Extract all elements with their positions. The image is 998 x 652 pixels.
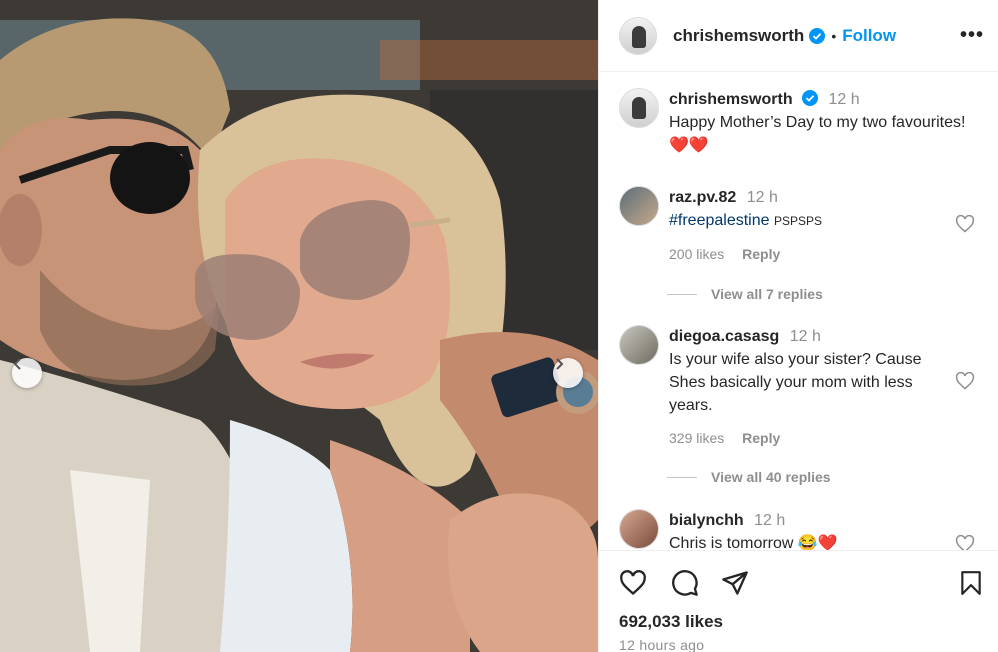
comment-text: Is your wife also your sister? Cause She…	[669, 351, 922, 414]
caption-username[interactable]: chrishemsworth	[669, 91, 793, 108]
comment-text: Chris is tomorrow	[669, 535, 794, 550]
verified-badge-icon	[809, 27, 826, 44]
commenter-username[interactable]: diegoa.casasg	[669, 328, 779, 345]
header-separator: •	[831, 27, 837, 44]
caption-text: Happy Mother’s Day to my two favourites!	[669, 114, 966, 131]
view-replies-button[interactable]: View all 7 replies	[667, 286, 823, 302]
post-timestamp[interactable]: 12 hours ago	[619, 637, 704, 652]
post-actions-bar: 692,033 likes 12 hours ago	[599, 550, 998, 652]
commenter-username[interactable]: raz.pv.82	[669, 189, 736, 206]
author-avatar[interactable]	[619, 16, 657, 55]
like-comment-heart-icon[interactable]	[955, 534, 975, 550]
comment-item: bialynchh 12 h Chris is tomorrow 😂❤️	[619, 509, 978, 550]
comment-likes[interactable]: 329 likes	[669, 430, 724, 446]
commenter-avatar[interactable]	[619, 325, 659, 365]
comment-time: 12 h	[746, 189, 778, 206]
commenter-username[interactable]: bialynchh	[669, 512, 744, 529]
comment-likes[interactable]: 200 likes	[669, 246, 724, 262]
reply-button[interactable]: Reply	[742, 430, 780, 446]
caption-avatar[interactable]	[619, 88, 659, 128]
like-heart-icon[interactable]	[619, 569, 647, 597]
like-comment-heart-icon[interactable]	[955, 371, 975, 391]
commenter-avatar[interactable]	[619, 509, 659, 549]
comment-text: PSPSPS	[773, 214, 822, 228]
comment-item: diegoa.casasg 12 h Is your wife also you…	[619, 325, 978, 450]
post-header: chrishemsworth • Follow •••	[599, 0, 998, 72]
photo-illustration	[0, 0, 598, 652]
view-replies-label: View all 7 replies	[711, 286, 823, 302]
comment-time: 12 h	[789, 328, 821, 345]
comment-time: 12 h	[754, 512, 786, 529]
caption-emoji: ❤️❤️	[669, 137, 709, 154]
verified-badge-icon	[802, 90, 819, 106]
comments-list[interactable]: chrishemsworth 12 h Happy Mother’s Day t…	[599, 73, 998, 550]
comment-bubble-icon[interactable]	[671, 569, 699, 597]
chevron-right-icon	[556, 358, 564, 370]
more-options-icon[interactable]: •••	[960, 24, 984, 47]
share-send-icon[interactable]	[721, 569, 749, 597]
save-bookmark-icon[interactable]	[958, 569, 984, 597]
comment-hashtag-link[interactable]: #freepalestine	[669, 212, 770, 229]
follow-button[interactable]: Follow	[842, 26, 896, 46]
author-username[interactable]: chrishemsworth	[673, 26, 804, 46]
post-caption: chrishemsworth 12 h Happy Mother’s Day t…	[619, 88, 978, 157]
like-comment-heart-icon[interactable]	[955, 214, 975, 234]
view-replies-button[interactable]: View all 40 replies	[667, 469, 831, 485]
chevron-left-icon	[13, 358, 21, 370]
post-side-panel: chrishemsworth • Follow ••• chrishemswor…	[598, 0, 998, 652]
comment-emoji: 😂❤️	[797, 535, 838, 550]
comment-item: raz.pv.82 12 h #freepalestine PSPSPS 200…	[619, 186, 978, 266]
carousel-next-button[interactable]	[553, 358, 583, 388]
carousel-prev-button[interactable]	[12, 358, 42, 388]
post-photo	[0, 0, 598, 652]
caption-time: 12 h	[828, 91, 860, 108]
commenter-avatar[interactable]	[619, 186, 659, 226]
view-replies-label: View all 40 replies	[711, 469, 831, 485]
post-like-count[interactable]: 692,033 likes	[619, 612, 723, 632]
reply-button[interactable]: Reply	[742, 246, 780, 262]
